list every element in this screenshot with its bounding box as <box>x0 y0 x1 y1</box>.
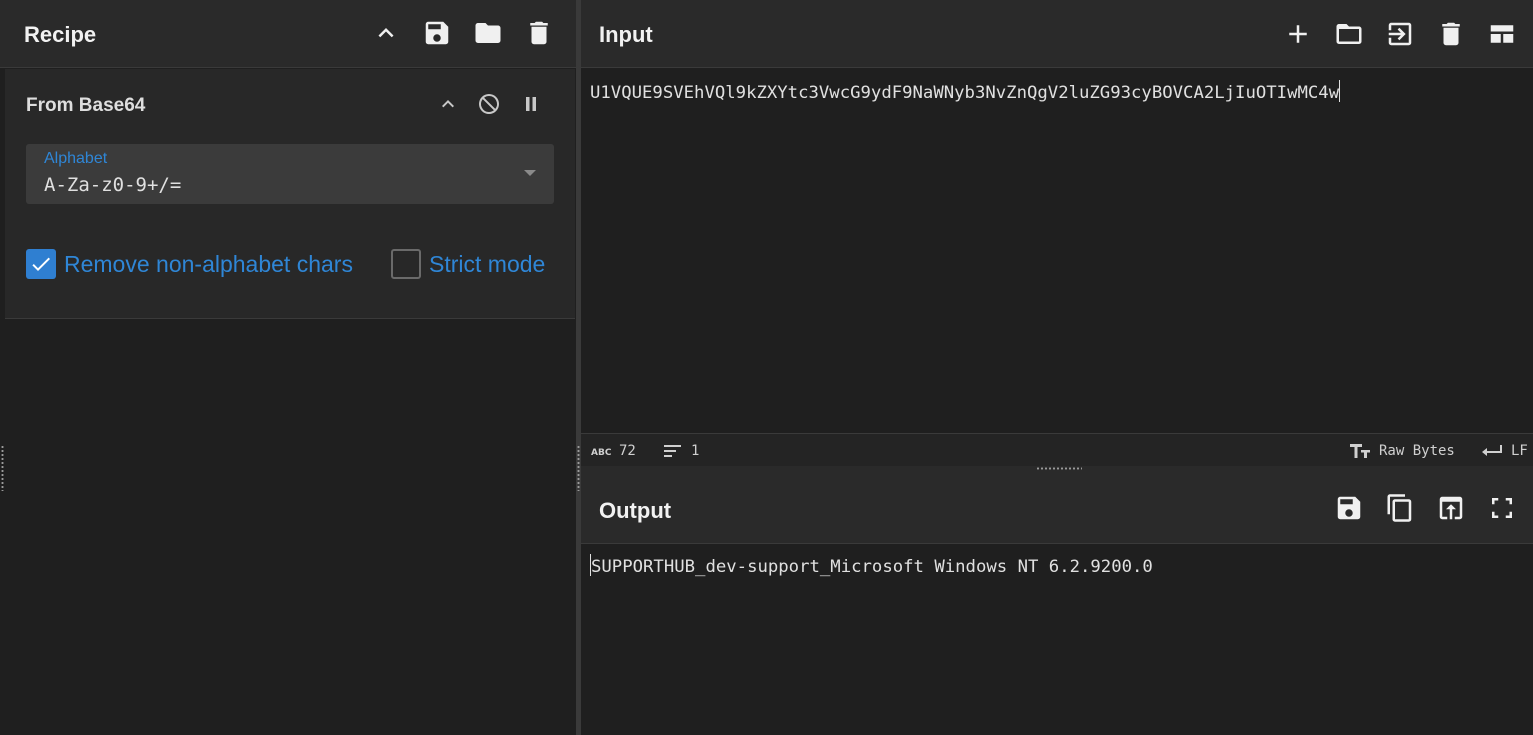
fullscreen-icon <box>1492 498 1512 518</box>
copy-icon <box>1387 494 1412 522</box>
save-icon <box>1337 496 1361 520</box>
chevron-down-icon <box>524 170 536 176</box>
recipe-header: Recipe <box>0 0 576 68</box>
collapse-operation-button[interactable] <box>433 89 463 119</box>
operation-from-base64: From Base64 Alphabet A-Za-z0-9+/= Remove… <box>5 69 575 319</box>
char-count: ABC 72 <box>591 443 636 459</box>
load-recipe-button[interactable] <box>471 16 505 50</box>
cyberchef-app: Recipe From Base64 Alphabet A-Za-z0-9+/=… <box>0 0 1533 735</box>
collapse-all-button[interactable] <box>369 16 403 50</box>
input-title: Input <box>599 22 653 47</box>
plus-icon <box>1289 25 1307 43</box>
open-folder-button[interactable] <box>1382 16 1418 52</box>
input-text: U1VQUE9SVEhVQl9kZXYtc3VwcG9ydF9NaWNyb3Nv… <box>590 83 1340 103</box>
alphabet-label: Alphabet <box>44 150 108 167</box>
save-output-button[interactable] <box>1331 490 1367 526</box>
save-recipe-button[interactable] <box>420 16 454 50</box>
abc-icon: ABC <box>591 448 611 457</box>
output-header: Output <box>581 472 1533 544</box>
clear-input-button[interactable] <box>1433 16 1469 52</box>
lines-icon <box>664 445 681 457</box>
replace-input-icon <box>1439 496 1463 520</box>
input-header: Input <box>581 0 1533 68</box>
char-count-value: 72 <box>619 443 636 459</box>
output-textarea[interactable]: SUPPORTHUB_dev-support_Microsoft Windows… <box>590 554 1153 577</box>
input-panel: Input U1VQUE9SVEhVQl9kZXYtc3VwcG9ydF9NaW… <box>581 0 1533 466</box>
line-count: 1 <box>663 443 699 459</box>
checkmark-icon <box>32 257 50 271</box>
input-status-bar: ABC 72 1 Raw Bytes LF <box>581 433 1533 466</box>
recipe-title: Recipe <box>24 22 97 47</box>
strict-mode-checkbox[interactable]: Strict mode <box>391 249 545 279</box>
splitter-grip-horizontal[interactable] <box>1036 467 1082 470</box>
folder-icon <box>475 23 501 43</box>
clear-recipe-button[interactable] <box>522 16 556 50</box>
pause-icon <box>526 97 536 111</box>
line-count-value: 1 <box>691 443 700 459</box>
splitter-grip[interactable] <box>577 445 580 491</box>
chevron-up-icon <box>442 100 454 108</box>
alphabet-value: A-Za-z0-9+/= <box>44 174 182 196</box>
trash-icon <box>530 21 548 45</box>
breakpoint-button[interactable] <box>516 89 546 119</box>
encoding-value: Raw Bytes <box>1379 443 1455 459</box>
maximise-output-button[interactable] <box>1484 490 1520 526</box>
disable-operation-button[interactable] <box>474 89 504 119</box>
copy-output-button[interactable] <box>1382 490 1418 526</box>
strict-mode-label: Strict mode <box>429 250 546 277</box>
eol-selector[interactable]: LF <box>1481 443 1528 459</box>
text-cursor <box>1339 80 1341 102</box>
chevron-up-icon <box>378 28 394 38</box>
trash-icon <box>1442 22 1460 46</box>
operation-title: From Base64 <box>26 95 146 116</box>
eol-value: LF <box>1511 443 1528 459</box>
checkbox-checked[interactable] <box>26 249 56 279</box>
encoding-selector[interactable]: Raw Bytes <box>1349 443 1455 459</box>
recipe-panel: Recipe From Base64 Alphabet A-Za-z0-9+/=… <box>0 0 576 735</box>
open-file-button[interactable] <box>1331 16 1367 52</box>
layout-icon <box>1490 25 1514 43</box>
text-format-icon <box>1350 444 1370 458</box>
output-panel: Output SUPPORTHUB_dev-support_Microsoft … <box>581 472 1533 735</box>
remove-non-alphabet-checkbox[interactable]: Remove non-alphabet chars <box>26 249 353 279</box>
recipe-resize-grip[interactable] <box>1 445 4 491</box>
disable-icon <box>479 94 499 114</box>
remove-non-alphabet-label: Remove non-alphabet chars <box>64 250 353 277</box>
input-textarea[interactable]: U1VQUE9SVEhVQl9kZXYtc3VwcG9ydF9NaWNyb3Nv… <box>590 80 1341 103</box>
output-title: Output <box>599 498 672 523</box>
reset-layout-button[interactable] <box>1484 16 1520 52</box>
checkbox-unchecked[interactable] <box>391 249 421 279</box>
replace-input-button[interactable] <box>1433 490 1469 526</box>
save-icon <box>425 21 449 45</box>
import-icon <box>1388 22 1412 46</box>
output-text: SUPPORTHUB_dev-support_Microsoft Windows… <box>591 557 1153 577</box>
folder-icon <box>1336 24 1362 44</box>
return-icon <box>1482 445 1502 456</box>
alphabet-select[interactable]: Alphabet A-Za-z0-9+/= <box>26 144 554 204</box>
svg-text:ABC: ABC <box>591 448 611 457</box>
add-tab-button[interactable] <box>1280 16 1316 52</box>
